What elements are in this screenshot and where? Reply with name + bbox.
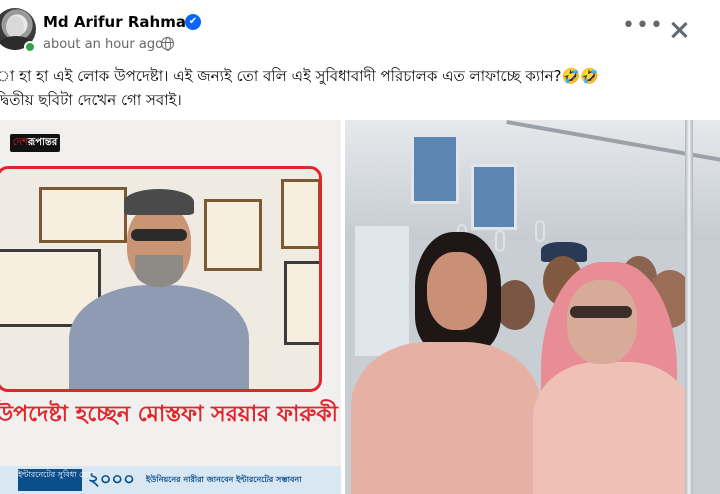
globe-icon xyxy=(161,37,174,51)
train-ceiling xyxy=(345,120,720,240)
metro-photo-image[interactable] xyxy=(345,120,720,494)
close-button[interactable] xyxy=(664,16,694,46)
face xyxy=(567,280,637,364)
news-headline: উপদেষ্টা হচ্ছেন মোস্তফা সরয়ার ফারুকী xyxy=(0,402,338,427)
person-cap xyxy=(124,189,194,215)
portrait-frame xyxy=(0,166,322,392)
person-body xyxy=(69,285,249,389)
post-text: া হা হা এই লোক উপদেষ্টা। এই জন্যই তো বলি… xyxy=(0,64,716,112)
post-header: Md Arifur Rahman ✔ about an hour ago ••• xyxy=(0,0,720,58)
ticker-tag: ইন্টারনেটের সুবিধা ভোগ xyxy=(18,469,96,491)
hand-strap xyxy=(495,230,505,252)
person-glasses xyxy=(131,229,187,241)
verified-badge-icon: ✔ xyxy=(185,14,201,30)
more-options-button[interactable]: ••• xyxy=(622,15,663,48)
person-beard xyxy=(135,255,183,287)
news-brand-logo: দেশরূপান্তর xyxy=(10,134,60,152)
news-ticker: ইন্টারনেটের সুবিধা ভোগ ২০০০ ইউনিয়নের না… xyxy=(0,466,341,494)
avatar-face xyxy=(6,16,24,38)
train-window xyxy=(411,134,459,204)
portrait-person xyxy=(69,189,249,389)
post-text-line-1: া হা হা এই লোক উপদেষ্টা। এই জন্যই তো বলি… xyxy=(0,67,599,85)
grab-pole xyxy=(685,120,693,494)
woman-face xyxy=(427,252,487,330)
wall-frame xyxy=(284,261,319,345)
post-text-line-2: দ্বিতীয় ছবিটা দেখেন গো সবাই। xyxy=(0,91,182,109)
ticker-number: ২০০০ xyxy=(88,469,135,490)
train-window xyxy=(471,164,517,230)
bystander xyxy=(495,280,535,330)
glasses xyxy=(570,306,632,318)
news-card-image[interactable]: দেশরূপান্তর উপদেষ্টা হচ্ছেন মোস্তফা সরয়… xyxy=(0,120,341,494)
author-name[interactable]: Md Arifur Rahman xyxy=(43,13,197,31)
ticker-text: ইউনিয়নের নারীরা জানবেন ইন্টারনেটের সম্ভ… xyxy=(146,475,302,484)
hand-strap xyxy=(535,220,545,242)
post-timestamp[interactable]: about an hour ago xyxy=(43,37,163,52)
saree xyxy=(533,362,693,494)
woman-saree xyxy=(351,342,541,494)
train-door xyxy=(355,226,409,356)
wall-frame xyxy=(281,179,319,249)
online-status-dot xyxy=(24,41,36,53)
